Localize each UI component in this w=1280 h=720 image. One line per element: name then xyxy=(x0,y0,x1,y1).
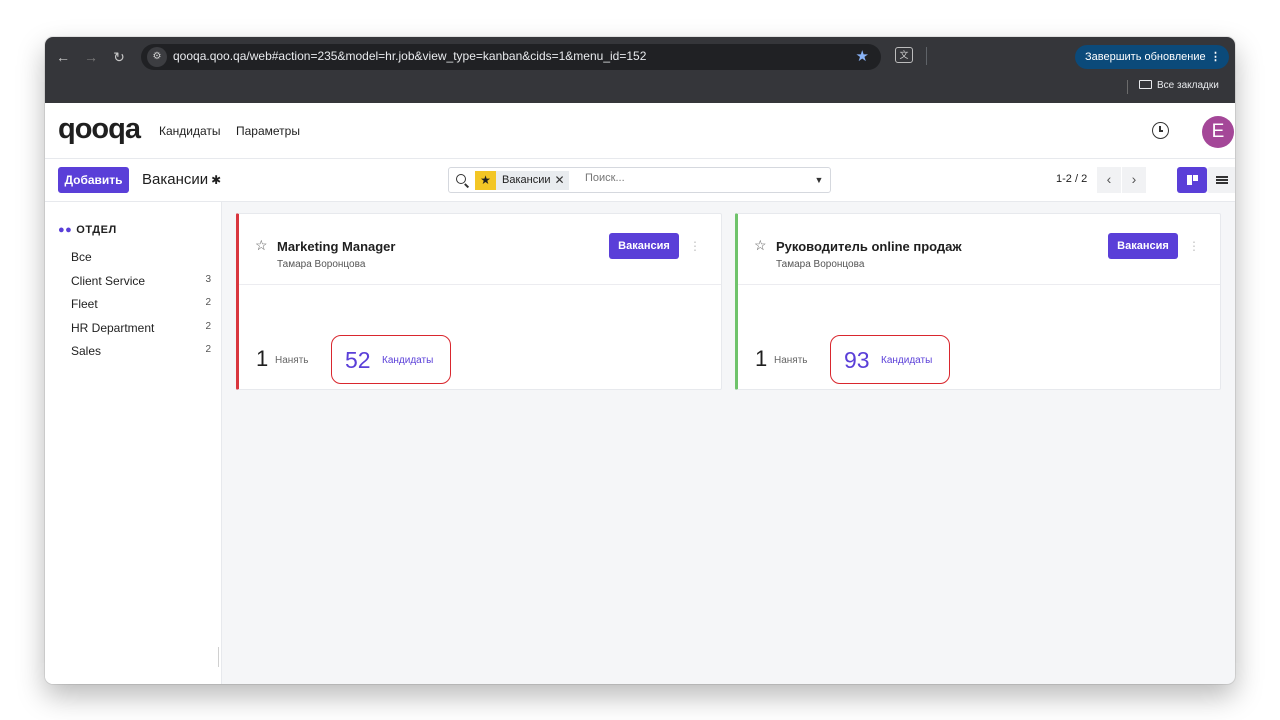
list-icon-line xyxy=(1216,179,1228,181)
pager-value[interactable]: 1-2 / 2 xyxy=(1056,173,1087,185)
sidebar-item-label: Sales xyxy=(71,344,102,358)
translate-icon[interactable]: 文 xyxy=(895,47,913,63)
sidebar-item-count: 2 xyxy=(205,321,211,332)
users-icon: ●● xyxy=(58,224,73,236)
sidebar-item-count: 2 xyxy=(205,344,211,355)
facet-label: Вакансии xyxy=(496,171,557,190)
kebab-menu-icon: ⋮ xyxy=(1210,51,1221,63)
control-panel: Добавить Вакансии✱ ★ Вакансии ✕ ▼ 1-2 / … xyxy=(45,159,1235,202)
candidates-label: Кандидаты xyxy=(881,355,933,366)
bookmarks-divider xyxy=(1127,80,1128,94)
gear-icon[interactable]: ✱ xyxy=(211,173,221,187)
candidates-count: 52 xyxy=(345,347,371,373)
bookmark-star-icon[interactable]: ★ xyxy=(856,48,869,66)
sidebar-item-count: 3 xyxy=(205,274,211,285)
hire-count: 1 xyxy=(755,346,768,371)
job-status-button[interactable]: Вакансия xyxy=(1108,233,1178,259)
all-bookmarks-button[interactable]: Все закладки xyxy=(1139,80,1219,91)
recruiter-name: Тамара Воронцова xyxy=(277,259,366,270)
chevron-down-icon[interactable]: ▼ xyxy=(808,168,830,192)
candidates-count: 93 xyxy=(844,347,870,373)
job-card[interactable]: ☆ Marketing Manager Тамара Воронцова Вак… xyxy=(236,213,722,390)
menu-candidates[interactable]: Кандидаты xyxy=(159,124,221,138)
department-sidebar: ●● ОТДЕЛ Все Client Service 3 Fleet 2 HR … xyxy=(45,202,222,684)
app-navbar: qooqa Кандидаты Параметры E xyxy=(45,103,1235,159)
add-button[interactable]: Добавить xyxy=(58,167,129,193)
kanban-icon xyxy=(1187,175,1192,185)
favorite-star-icon: ★ xyxy=(475,171,496,190)
user-avatar[interactable]: E xyxy=(1202,116,1234,148)
search-icon[interactable] xyxy=(456,174,466,184)
page-title: Вакансии xyxy=(142,171,209,188)
breadcrumb: Вакансии ✱ xyxy=(142,171,221,188)
favorite-star-icon[interactable]: ☆ xyxy=(255,237,268,254)
sidebar-item-count: 2 xyxy=(205,297,211,308)
hire-label: Нанять xyxy=(275,355,309,366)
sidebar-item-fleet[interactable]: Fleet 2 xyxy=(71,297,211,311)
job-card[interactable]: ☆ Руководитель online продаж Тамара Воро… xyxy=(735,213,1221,390)
activity-clock-icon[interactable] xyxy=(1152,122,1169,139)
finish-update-label: Завершить обновление xyxy=(1085,51,1206,63)
menu-settings[interactable]: Параметры xyxy=(236,124,300,138)
hire-count: 1 xyxy=(256,346,269,371)
url-text: qooqa.qoo.qa/web#action=235&model=hr.job… xyxy=(173,49,647,63)
search-input[interactable] xyxy=(585,172,795,184)
hire-label: Нанять xyxy=(774,355,808,366)
toolbar-divider xyxy=(926,47,927,65)
candidates-link[interactable]: 93 Кандидаты xyxy=(830,335,950,384)
kanban-view-button[interactable] xyxy=(1177,167,1207,193)
job-title: Руководитель online продаж xyxy=(776,239,962,254)
sidebar-item-client-service[interactable]: Client Service 3 xyxy=(71,274,211,288)
folder-icon xyxy=(1139,80,1152,89)
card-divider xyxy=(738,284,1220,285)
sidebar-item-label: Client Service xyxy=(71,274,146,288)
sidebar-item-sales[interactable]: Sales 2 xyxy=(71,344,211,358)
list-icon xyxy=(1216,176,1228,178)
browser-toolbar: ← → ↻ ⚙ qooqa.qoo.qa/web#action=235&mode… xyxy=(45,37,1235,103)
kanban-icon-column xyxy=(1193,175,1198,181)
job-title: Marketing Manager xyxy=(277,239,396,254)
sidebar-title: ●● ОТДЕЛ xyxy=(58,224,117,236)
site-info-icon[interactable]: ⚙ xyxy=(147,47,167,67)
search-bar[interactable]: ★ Вакансии ✕ ▼ xyxy=(448,167,831,193)
sidebar-resize-handle[interactable] xyxy=(218,647,219,667)
card-menu-icon[interactable]: ⋮ xyxy=(1188,239,1200,253)
reload-icon[interactable]: ↻ xyxy=(109,48,129,66)
sidebar-item-label: HR Department xyxy=(71,321,155,335)
back-icon[interactable]: ← xyxy=(53,48,73,66)
sidebar-title-label: ОТДЕЛ xyxy=(76,224,117,236)
recruiter-name: Тамара Воронцова xyxy=(776,259,865,270)
app-logo[interactable]: qooqa xyxy=(58,115,141,144)
candidates-label: Кандидаты xyxy=(382,355,434,366)
all-bookmarks-label: Все закладки xyxy=(1157,80,1219,91)
candidates-link[interactable]: 52 Кандидаты xyxy=(331,335,451,384)
sidebar-item-all[interactable]: Все xyxy=(71,250,211,264)
search-facet: ★ Вакансии ✕ xyxy=(475,171,569,190)
browser-window: ← → ↻ ⚙ qooqa.qoo.qa/web#action=235&mode… xyxy=(45,37,1235,684)
sidebar-item-hr-department[interactable]: HR Department 2 xyxy=(71,321,211,335)
card-divider xyxy=(239,284,721,285)
close-icon[interactable]: ✕ xyxy=(554,171,569,190)
sidebar-item-label: Все xyxy=(71,250,92,264)
sidebar-item-label: Fleet xyxy=(71,297,98,311)
address-bar[interactable]: ⚙ qooqa.qoo.qa/web#action=235&model=hr.j… xyxy=(141,44,881,70)
pager-prev-icon[interactable]: ‹ xyxy=(1097,167,1121,193)
favorite-star-icon[interactable]: ☆ xyxy=(754,237,767,254)
pager-next-icon[interactable]: › xyxy=(1122,167,1146,193)
job-status-button[interactable]: Вакансия xyxy=(609,233,679,259)
list-icon-line xyxy=(1216,182,1228,184)
list-view-button[interactable] xyxy=(1207,167,1235,193)
finish-update-button[interactable]: Завершить обновление ⋮ xyxy=(1075,45,1229,69)
forward-icon[interactable]: → xyxy=(81,48,101,66)
card-menu-icon[interactable]: ⋮ xyxy=(689,239,701,253)
